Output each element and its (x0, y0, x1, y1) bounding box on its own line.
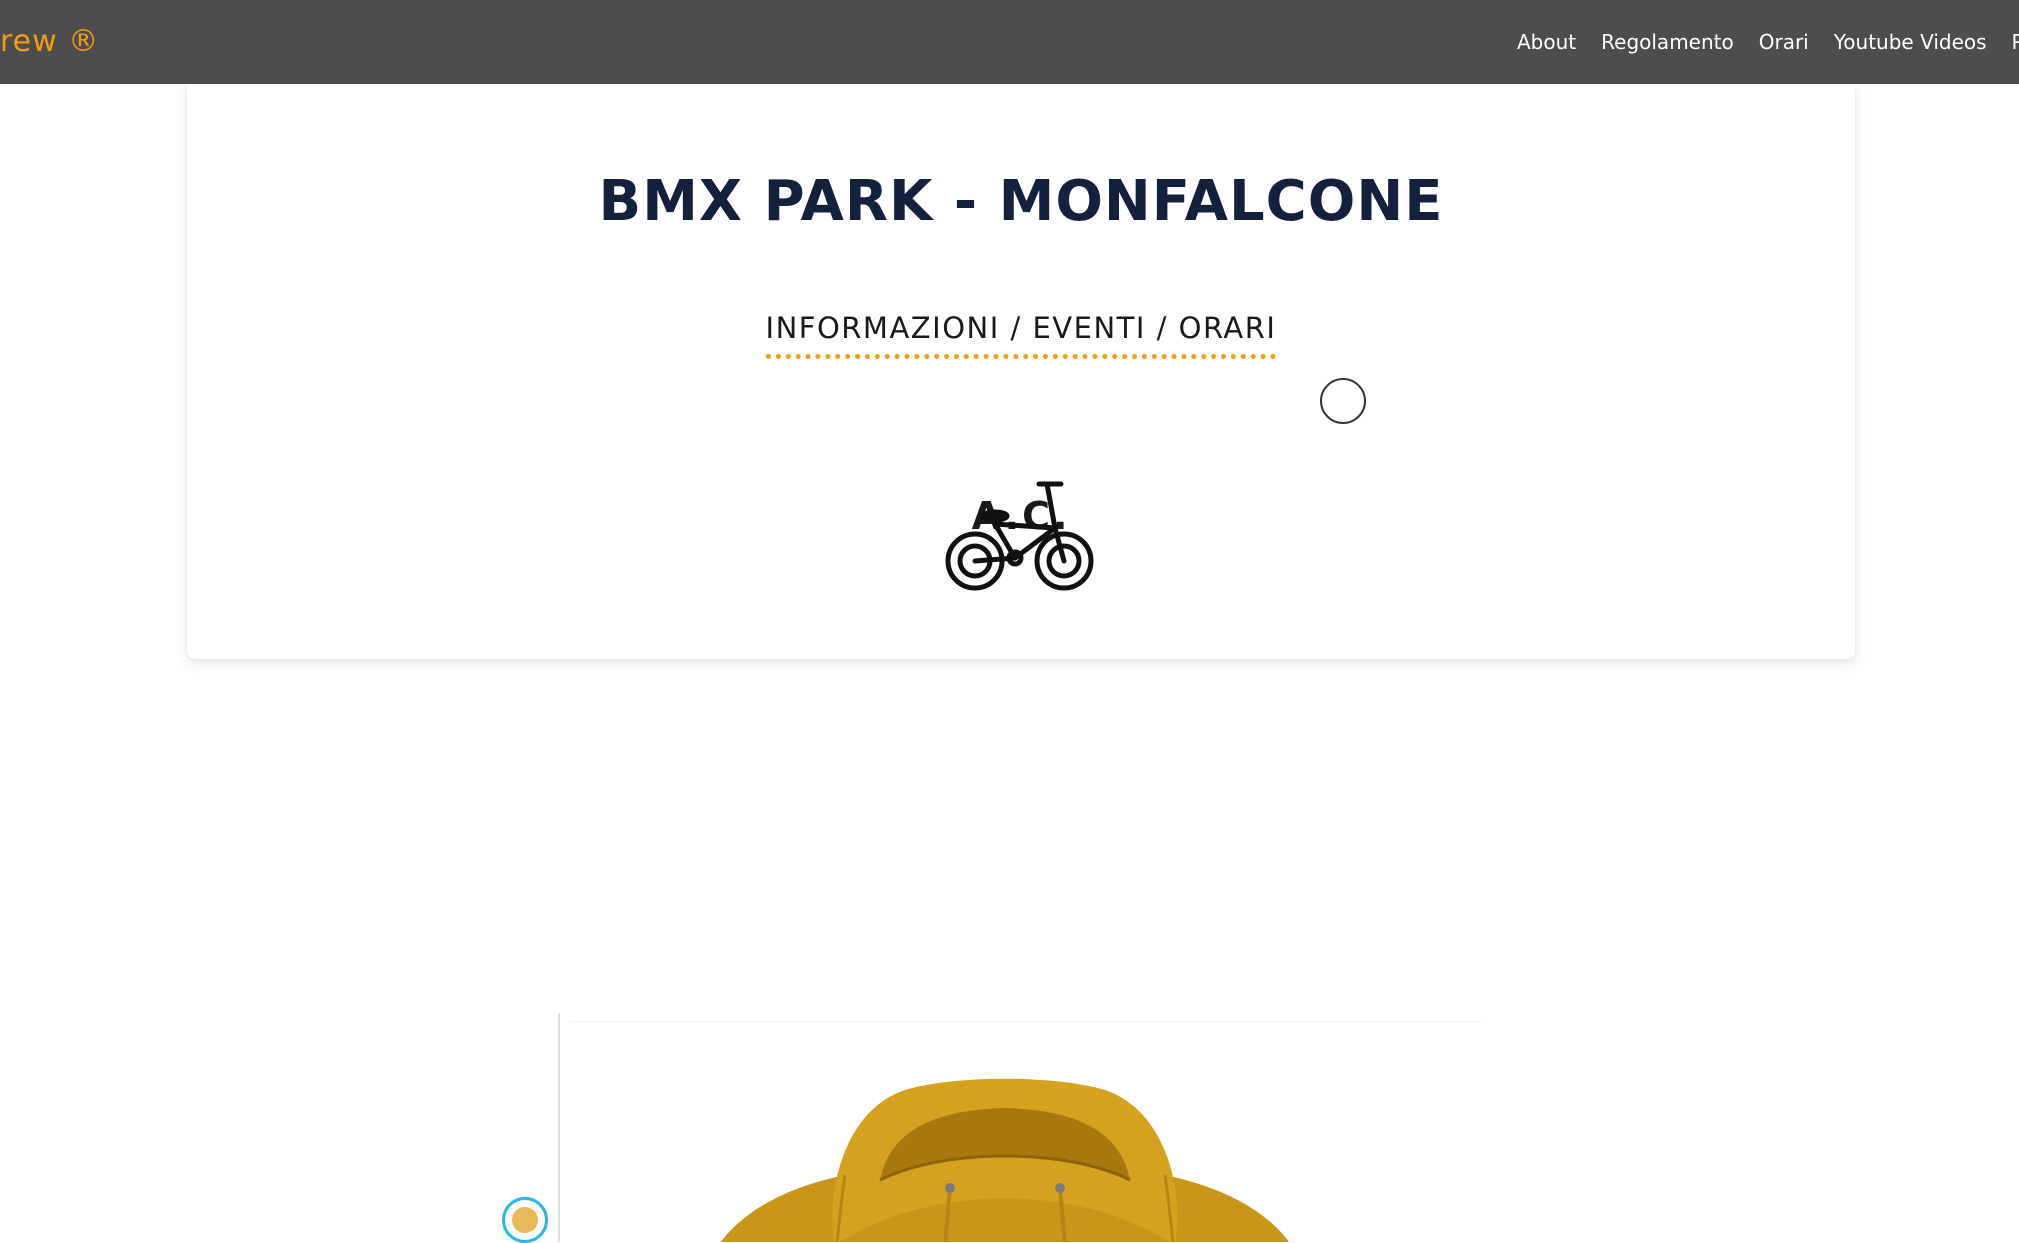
nav-link-regolamento[interactable]: Regolamento (1601, 29, 1734, 55)
nav-menu: About Regolamento Orari Youtube Videos P… (1517, 29, 2019, 55)
hoodie-product-image (720, 1078, 1290, 1242)
cursor-indicator (1320, 378, 1366, 424)
color-swatch-mustard[interactable] (502, 1197, 548, 1243)
hero-subtitle: INFORMAZIONI / EVENTI / ORARI (765, 308, 1277, 359)
nav-link-youtube-videos[interactable]: Youtube Videos (1834, 29, 1987, 55)
page-title: BMX PARK - MONFALCONE (598, 169, 1444, 234)
product-card[interactable] (570, 1021, 1483, 1242)
nav-link-about[interactable]: About (1517, 29, 1576, 55)
nav-link-photos[interactable]: Ph (2012, 29, 2019, 55)
brand-logo-link[interactable]: rew ® (0, 22, 99, 62)
hero-subtitle-wrapper: INFORMAZIONI / EVENTI / ORARI (187, 308, 1855, 359)
color-swatch-fill (512, 1207, 538, 1233)
top-navbar: rew ® About Regolamento Orari Youtube Vi… (0, 0, 2019, 84)
hero-card: BMX PARK - MONFALCONE INFORMAZIONI / EVE… (187, 84, 1855, 659)
product-gallery (558, 1013, 1483, 1242)
bmx-bike-icon (945, 481, 1094, 591)
nav-link-orari[interactable]: Orari (1759, 29, 1809, 55)
